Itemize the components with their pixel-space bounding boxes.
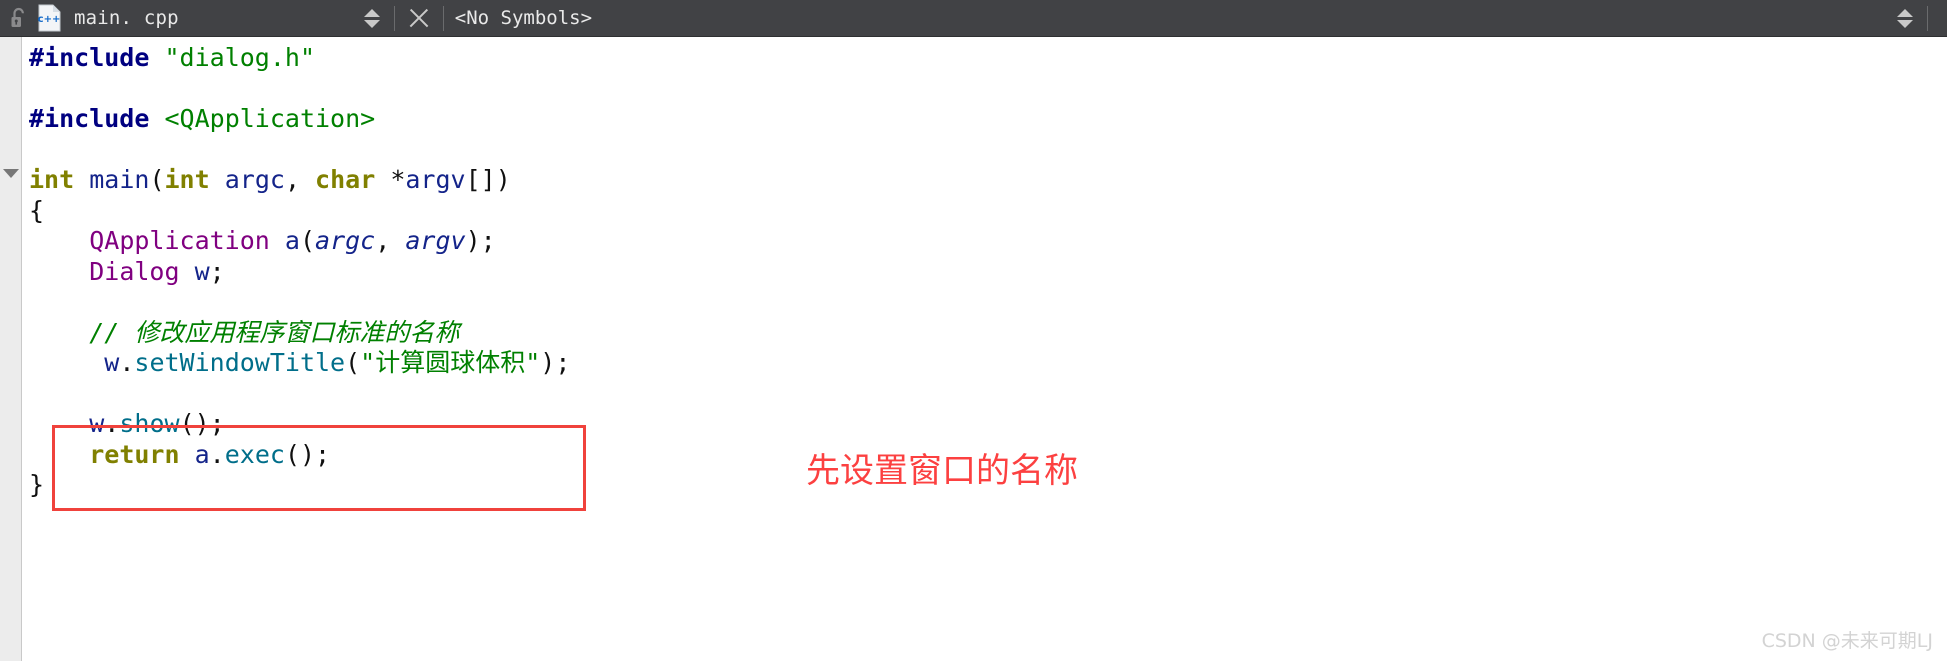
code-token: #include — [29, 43, 150, 72]
arrow-down-icon — [363, 19, 380, 28]
code-token: } — [29, 470, 45, 499]
code-token: . — [119, 348, 135, 377]
toolbar-separator — [393, 5, 395, 31]
code-token: , — [375, 226, 406, 255]
code-token: argc — [315, 226, 376, 255]
code-token: show — [119, 409, 180, 438]
code-token: QApplication — [89, 226, 270, 255]
code-token: a — [284, 226, 300, 255]
code-token: argv — [405, 165, 466, 194]
line-set-window-title: w.setWindowTitle("计算圆球体积"); — [29, 348, 570, 379]
code-token: argv — [405, 226, 466, 255]
line-blank-3 — [29, 287, 570, 318]
code-token: ( — [299, 226, 316, 255]
line-close-brace: } — [29, 470, 570, 501]
code-token: { — [29, 195, 45, 225]
code-token: int — [164, 165, 210, 194]
code-token: <QApplication> — [164, 104, 376, 133]
code-token: Dialog — [89, 256, 180, 286]
editor-gutter[interactable] — [0, 37, 22, 661]
code-editor[interactable]: #include "dialog.h" #include <QApplicati… — [0, 37, 1947, 661]
symbols-label[interactable]: <No Symbols> — [455, 7, 592, 29]
code-token: . — [104, 409, 120, 438]
code-token: // 修改应用程序窗口标准的名称 — [89, 317, 460, 347]
code-token: main — [89, 165, 150, 194]
annotation-label: 先设置窗口的名称 — [806, 451, 1078, 491]
toolbar-separator — [1927, 6, 1928, 31]
cpp-file-icon: c++ — [37, 4, 62, 32]
code-token: (); — [284, 439, 331, 469]
watermark-label: CSDN @未来可期LJ — [1761, 630, 1933, 652]
code-token: ( — [345, 348, 361, 377]
code-token: * — [375, 165, 406, 194]
code-token: ); — [465, 226, 496, 255]
unlock-icon[interactable] — [9, 7, 29, 29]
code-token: . — [209, 439, 225, 469]
editor-toolbar: c++ main. cpp <No Symbols> — [0, 0, 1947, 37]
line-show: w.show(); — [29, 409, 570, 440]
toolbar-separator — [442, 5, 444, 31]
code-token: w — [89, 409, 105, 438]
filename-label: main. cpp — [74, 7, 179, 29]
arrow-up-icon — [363, 8, 380, 17]
close-x-icon[interactable] — [406, 5, 432, 31]
code-token: setWindowTitle — [134, 348, 346, 377]
collapse-triangle-icon[interactable] — [3, 169, 19, 178]
line-include-qapplication: #include <QApplication> — [29, 104, 570, 135]
code-token: argc — [224, 165, 285, 194]
line-comment-set-title: // 修改应用程序窗口标准的名称 — [29, 318, 570, 349]
line-include-dialog: #include "dialog.h" — [29, 43, 570, 74]
code-token: return — [89, 439, 180, 469]
arrow-up-icon — [1897, 9, 1913, 17]
up-down-arrows-icon[interactable] — [361, 5, 383, 31]
svg-text:c++: c++ — [38, 14, 61, 25]
code-token: (); — [179, 409, 225, 438]
code-token: #include — [29, 104, 150, 133]
line-blank-1 — [29, 74, 570, 105]
line-open-brace: { — [29, 196, 570, 227]
code-token: "计算圆球体积" — [360, 348, 541, 377]
line-return-exec: return a.exec(); — [29, 440, 570, 471]
code-text[interactable]: #include "dialog.h" #include <QApplicati… — [29, 43, 570, 501]
toolbar-right-group — [1894, 0, 1939, 37]
code-token: char — [315, 165, 376, 194]
line-qapplication-decl: QApplication a(argc, argv); — [29, 226, 570, 257]
code-token: w — [194, 256, 210, 286]
code-token: ; — [209, 256, 225, 286]
code-token: , — [284, 165, 316, 194]
code-token: a — [194, 439, 210, 469]
code-token: []) — [465, 165, 511, 194]
code-token: ( — [149, 165, 165, 194]
code-token: exec — [224, 439, 285, 469]
code-token: w — [104, 348, 120, 377]
line-main-signature: int main(int argc, char *argv[]) — [29, 165, 570, 196]
code-token: ); — [540, 348, 571, 377]
code-token: int — [29, 165, 75, 194]
line-dialog-decl: Dialog w; — [29, 257, 570, 288]
arrow-down-icon — [1897, 20, 1913, 28]
up-down-arrows-icon[interactable] — [1894, 6, 1916, 32]
code-token: "dialog.h" — [164, 43, 315, 72]
line-blank-4 — [29, 379, 570, 410]
line-blank-2 — [29, 135, 570, 166]
